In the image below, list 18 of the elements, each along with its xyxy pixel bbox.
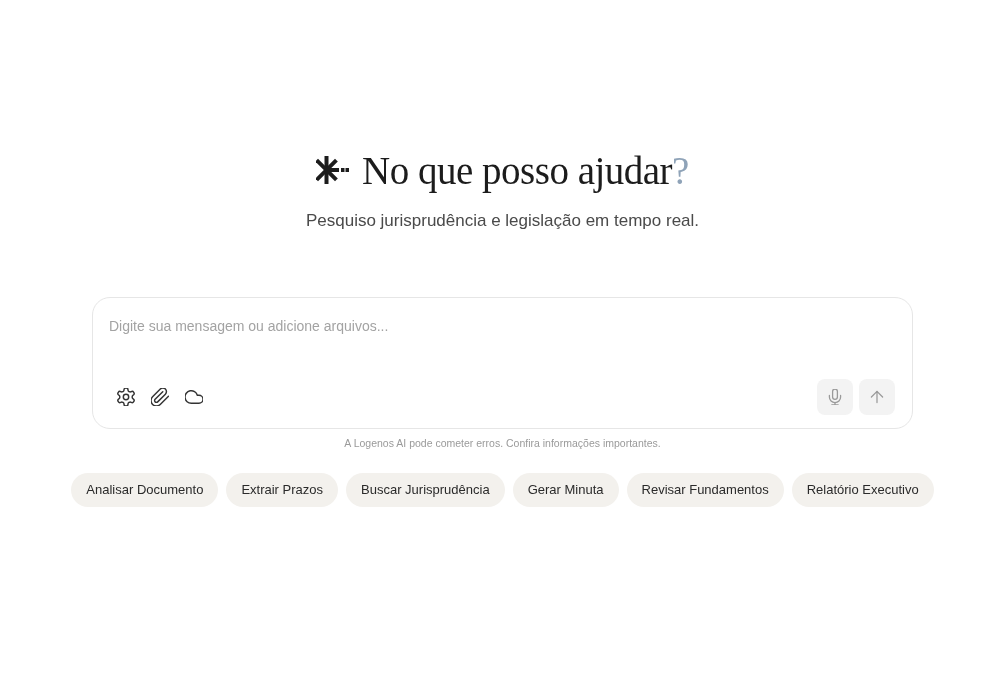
suggestion-chip[interactable]: Relatório Executivo (791, 472, 934, 507)
paperclip-icon (151, 388, 169, 406)
suggestion-chip[interactable]: Analisar Documento (71, 472, 219, 507)
suggestion-chip[interactable]: Buscar Jurisprudência (346, 472, 505, 507)
settings-button[interactable] (116, 387, 136, 407)
settings-icon (117, 388, 135, 406)
subtitle: Pesquiso jurisprudência e legislação em tempo real. (305, 212, 700, 229)
suggestion-chip[interactable]: Revisar Fundamentos (626, 472, 784, 507)
attach-button[interactable] (150, 387, 170, 407)
suggestion-chip[interactable]: Gerar Minuta (512, 472, 619, 507)
suggestion-chip[interactable]: Extrair Prazos (226, 472, 338, 507)
cloud-icon (185, 388, 203, 406)
logo-icon (316, 156, 350, 184)
microphone-icon (827, 389, 843, 405)
message-input[interactable]: Digite sua mensagem ou adicione arquivos... (109, 318, 896, 334)
cloud-button[interactable] (184, 387, 204, 407)
microphone-button[interactable] (817, 379, 853, 415)
disclaimer-text: A Logenos AI pode cometer erros. Confira informações importantes. (344, 438, 661, 449)
